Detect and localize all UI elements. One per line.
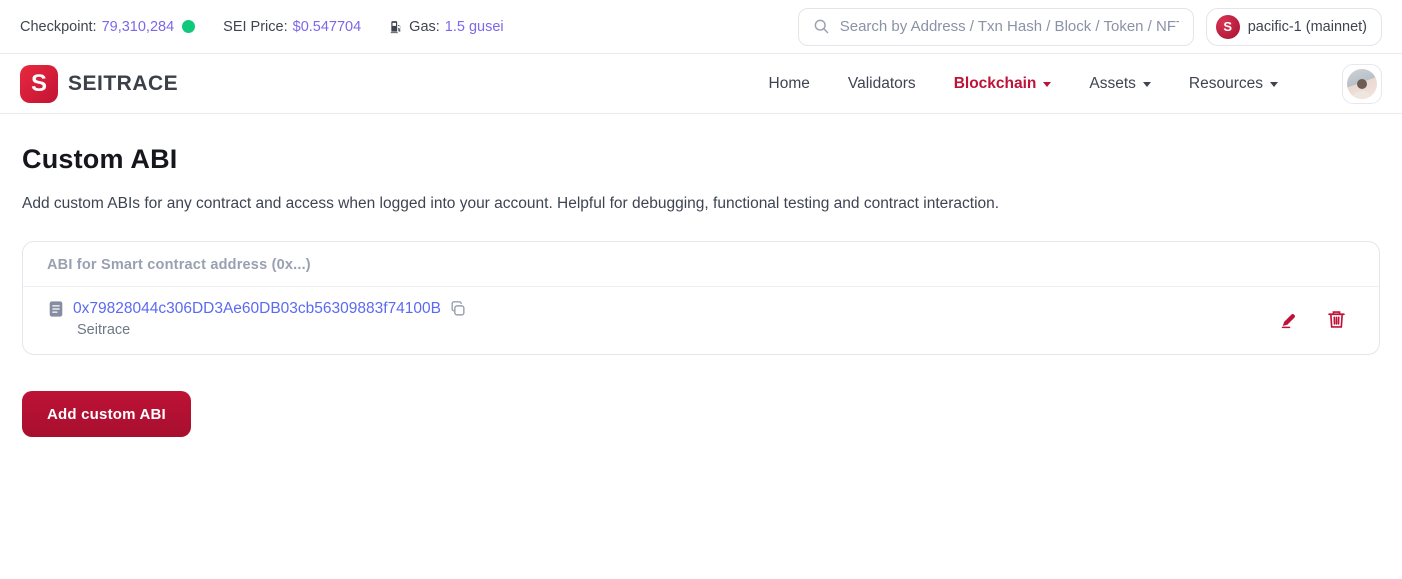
add-custom-abi-button[interactable]: Add custom ABI [22, 391, 191, 437]
chain-stats: Checkpoint: 79,310,284 SEI Price: $0.547… [20, 19, 504, 35]
page-description: Add custom ABIs for any contract and acc… [22, 195, 1380, 213]
nav-item-blockchain-label: Blockchain [954, 75, 1037, 93]
nav-items: Home Validators Blockchain Assets Resour… [769, 64, 1382, 104]
navbar: S SEITRACE Home Validators Blockchain As… [0, 54, 1402, 114]
gas-stat: Gas: 1.5 gusei [389, 19, 503, 35]
abi-entry: 0x79828044c306DD3Ae60DB03cb56309883f7410… [47, 300, 467, 338]
row-actions [1279, 309, 1355, 330]
network-label: pacific-1 (mainnet) [1248, 19, 1367, 35]
custom-abi-table: ABI for Smart contract address (0x...) 0… [22, 241, 1380, 355]
topbar-right: S pacific-1 (mainnet) [798, 8, 1382, 46]
checkpoint-value[interactable]: 79,310,284 [102, 19, 175, 35]
gas-pump-icon [389, 20, 403, 34]
sei-price-value: $0.547704 [293, 19, 362, 35]
chevron-down-icon [1143, 82, 1151, 87]
seitrace-network-icon: S [1216, 15, 1240, 39]
checkpoint-label: Checkpoint: [20, 19, 97, 35]
network-selector-button[interactable]: S pacific-1 (mainnet) [1206, 8, 1382, 46]
brand-logo[interactable]: S SEITRACE [20, 65, 178, 103]
checkpoint-stat: Checkpoint: 79,310,284 [20, 19, 195, 35]
nav-item-validators-label: Validators [848, 75, 916, 93]
main-content: Custom ABI Add custom ABIs for any contr… [0, 114, 1402, 437]
search-icon [813, 18, 830, 35]
sei-price-stat: SEI Price: $0.547704 [223, 19, 361, 35]
seitrace-logo-icon: S [20, 65, 58, 103]
chevron-down-icon [1043, 82, 1051, 87]
trash-icon [1326, 309, 1347, 330]
table-row: 0x79828044c306DD3Ae60DB03cb56309883f7410… [23, 287, 1379, 354]
page-title: Custom ABI [22, 144, 1380, 175]
nav-item-home[interactable]: Home [769, 75, 810, 93]
status-dot-icon [182, 20, 195, 33]
nav-item-validators[interactable]: Validators [848, 75, 916, 93]
nav-item-assets[interactable]: Assets [1089, 75, 1151, 93]
topbar: Checkpoint: 79,310,284 SEI Price: $0.547… [0, 0, 1402, 54]
chevron-down-icon [1270, 82, 1278, 87]
copy-address-button[interactable] [449, 300, 467, 318]
edit-abi-button[interactable] [1279, 309, 1300, 330]
contract-address-link[interactable]: 0x79828044c306DD3Ae60DB03cb56309883f7410… [73, 300, 441, 318]
nav-item-blockchain[interactable]: Blockchain [954, 75, 1052, 93]
sei-price-label: SEI Price: [223, 19, 287, 35]
brand-name: SEITRACE [68, 72, 178, 96]
abi-address-line: 0x79828044c306DD3Ae60DB03cb56309883f7410… [47, 300, 467, 318]
profile-avatar-button[interactable] [1342, 64, 1382, 104]
nav-item-resources[interactable]: Resources [1189, 75, 1278, 93]
nav-item-home-label: Home [769, 75, 810, 93]
search-input[interactable] [840, 18, 1179, 35]
page: Checkpoint: 79,310,284 SEI Price: $0.547… [0, 0, 1402, 437]
contract-document-icon [47, 300, 65, 318]
delete-abi-button[interactable] [1326, 309, 1347, 330]
abi-name-label: Seitrace [77, 322, 467, 338]
gas-label: Gas: [409, 19, 440, 35]
nav-item-resources-label: Resources [1189, 75, 1263, 93]
pencil-icon [1279, 309, 1300, 330]
search-box[interactable] [798, 8, 1194, 46]
avatar [1347, 69, 1377, 99]
gas-value: 1.5 gusei [445, 19, 504, 35]
person-icon [1349, 75, 1375, 99]
table-column-header: ABI for Smart contract address (0x...) [23, 242, 1379, 287]
copy-icon [449, 300, 467, 318]
nav-item-assets-label: Assets [1089, 75, 1136, 93]
